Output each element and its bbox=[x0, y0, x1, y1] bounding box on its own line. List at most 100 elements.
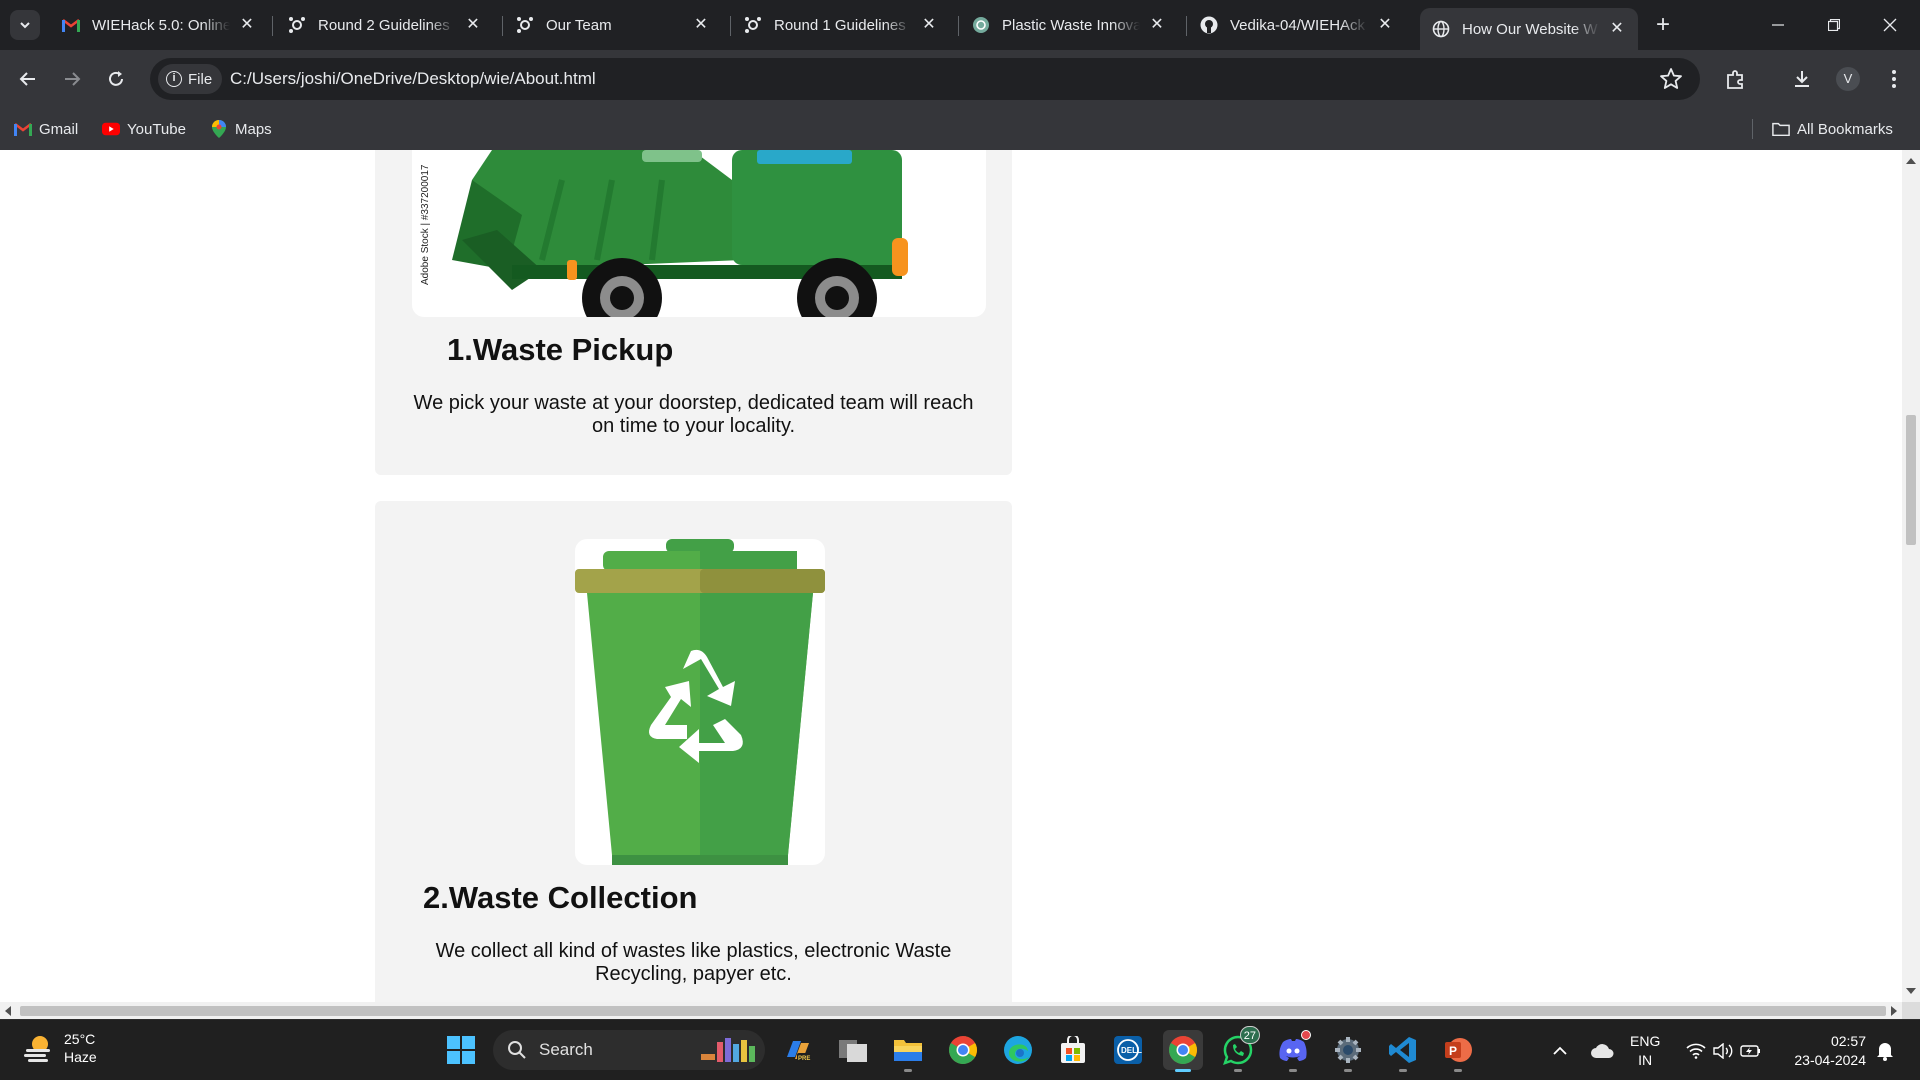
all-bookmarks-label: All Bookmarks bbox=[1797, 120, 1893, 138]
scroll-thumb[interactable] bbox=[20, 1006, 1886, 1016]
card-title: 2.Waste Collection bbox=[423, 880, 698, 915]
haze-sun-icon bbox=[24, 1036, 50, 1062]
notifications-button[interactable] bbox=[1876, 1020, 1894, 1081]
scroll-thumb[interactable] bbox=[1906, 415, 1916, 545]
maps-pin-icon bbox=[210, 120, 228, 138]
bookmark-youtube[interactable]: YouTube bbox=[102, 118, 186, 140]
scroll-down-arrow[interactable] bbox=[1906, 988, 1916, 994]
taskbar-dell[interactable]: DELL bbox=[1108, 1030, 1148, 1070]
start-button[interactable] bbox=[441, 1030, 481, 1070]
menu-button[interactable] bbox=[1878, 63, 1910, 95]
address-bar[interactable]: i File C:/Users/joshi/OneDrive/Desktop/w… bbox=[150, 58, 1700, 100]
tab-how-our-website-works[interactable]: How Our Website W ✕ bbox=[1420, 8, 1638, 50]
restore-button[interactable] bbox=[1806, 6, 1862, 44]
back-button[interactable] bbox=[12, 63, 44, 95]
gmail-icon bbox=[14, 120, 32, 138]
close-icon[interactable]: ✕ bbox=[1608, 20, 1626, 38]
weather-widget[interactable]: 25°C Haze bbox=[22, 1030, 97, 1066]
taskbar-file-explorer[interactable] bbox=[888, 1030, 928, 1072]
bookmark-gmail[interactable]: Gmail bbox=[14, 118, 78, 140]
card-description: We pick your waste at your doorstep, ded… bbox=[413, 392, 974, 437]
weather-temperature: 25°C bbox=[64, 1031, 96, 1047]
close-icon[interactable]: ✕ bbox=[920, 16, 938, 34]
url-text[interactable]: C:/Users/joshi/OneDrive/Desktop/wie/Abou… bbox=[230, 69, 596, 89]
edge-icon bbox=[1004, 1036, 1032, 1064]
close-icon[interactable]: ✕ bbox=[1376, 16, 1394, 34]
scroll-right-arrow[interactable] bbox=[1891, 1006, 1897, 1016]
discord-icon bbox=[1279, 1039, 1307, 1061]
taskbar-chrome-2[interactable] bbox=[943, 1030, 983, 1070]
taskbar-powerpoint[interactable]: P bbox=[1438, 1030, 1478, 1072]
taskbar-search[interactable]: Search bbox=[493, 1030, 765, 1070]
hackathon-logo-icon bbox=[516, 16, 534, 34]
dell-icon: DELL bbox=[1114, 1036, 1142, 1064]
site-info-chip[interactable]: i File bbox=[158, 64, 223, 94]
minimize-button[interactable] bbox=[1750, 6, 1806, 44]
taskbar-whatsapp[interactable]: 27 bbox=[1218, 1026, 1260, 1072]
tab-plastic-waste[interactable]: Plastic Waste Innova ✕ bbox=[960, 8, 1178, 42]
language-indicator[interactable]: ENG IN bbox=[1630, 1032, 1660, 1070]
bookmarks-bar: Gmail YouTube Maps All Bookmarks bbox=[0, 108, 1920, 150]
close-icon bbox=[1883, 18, 1897, 32]
taskbar-microsoft-store[interactable] bbox=[1053, 1030, 1093, 1070]
taskbar-edge[interactable] bbox=[998, 1030, 1038, 1070]
running-indicator bbox=[904, 1069, 912, 1072]
taskbar-settings[interactable] bbox=[1328, 1030, 1368, 1072]
taskbar-chrome-active[interactable] bbox=[1163, 1030, 1203, 1072]
forward-button[interactable] bbox=[56, 63, 88, 95]
tab-github-repo[interactable]: Vedika-04/WIEHAck ✕ bbox=[1188, 8, 1406, 42]
recycle-bin-image bbox=[575, 539, 825, 865]
horizontal-scrollbar[interactable] bbox=[0, 1002, 1902, 1019]
onedrive-tray[interactable] bbox=[1590, 1020, 1614, 1081]
region-code: IN bbox=[1638, 1052, 1653, 1068]
close-icon[interactable]: ✕ bbox=[464, 16, 482, 34]
tab-round-2-guidelines[interactable]: Round 2 Guidelines ✕ bbox=[276, 8, 494, 42]
minimize-icon bbox=[1772, 24, 1784, 26]
service-card-waste-collection: 2.Waste Collection We collect all kind o… bbox=[375, 501, 1012, 1002]
new-tab-button[interactable]: + bbox=[1650, 12, 1676, 38]
bookmark-star-icon[interactable] bbox=[1658, 66, 1684, 92]
cloud-icon bbox=[1591, 1043, 1614, 1058]
downloads-button[interactable] bbox=[1786, 63, 1818, 95]
scheme-label: File bbox=[188, 70, 213, 88]
card-description: We collect all kind of wastes like plast… bbox=[435, 940, 952, 985]
vertical-scrollbar[interactable] bbox=[1902, 150, 1920, 1002]
store-icon bbox=[1061, 1036, 1085, 1063]
scroll-up-arrow[interactable] bbox=[1906, 158, 1916, 164]
tab-wiehack-online[interactable]: WIEHack 5.0: Online ✕ bbox=[50, 8, 268, 42]
tab-search-button[interactable] bbox=[10, 10, 40, 40]
scroll-left-arrow[interactable] bbox=[5, 1006, 11, 1016]
taskbar-task-view[interactable] bbox=[833, 1030, 873, 1070]
system-clock[interactable]: 02:57 23-04-2024 bbox=[1780, 1032, 1866, 1070]
close-icon[interactable]: ✕ bbox=[238, 16, 256, 34]
powerpoint-icon: P bbox=[1445, 1038, 1472, 1062]
gmail-icon bbox=[62, 16, 80, 34]
more-vertical-icon bbox=[1892, 70, 1896, 88]
restore-icon bbox=[1828, 19, 1840, 31]
svg-text:DELL: DELL bbox=[1121, 1046, 1142, 1055]
notification-dot bbox=[1301, 1030, 1311, 1040]
network-volume-battery[interactable] bbox=[1686, 1020, 1762, 1081]
profile-button[interactable]: V bbox=[1832, 63, 1864, 95]
search-placeholder: Search bbox=[539, 1040, 593, 1059]
notification-badge: 27 bbox=[1239, 1026, 1260, 1044]
bookmark-maps[interactable]: Maps bbox=[210, 118, 272, 140]
tab-title: How Our Website W bbox=[1462, 20, 1598, 38]
taskbar-vscode[interactable] bbox=[1383, 1030, 1423, 1072]
tab-our-team[interactable]: Our Team ✕ bbox=[504, 8, 722, 42]
tab-separator bbox=[958, 16, 959, 36]
running-indicator bbox=[1399, 1069, 1407, 1072]
close-window-button[interactable] bbox=[1862, 6, 1918, 44]
close-icon[interactable]: ✕ bbox=[1148, 16, 1166, 34]
bookmark-label: YouTube bbox=[127, 120, 186, 138]
all-bookmarks-button[interactable]: All Bookmarks bbox=[1772, 118, 1893, 140]
extensions-button[interactable] bbox=[1720, 63, 1752, 95]
taskbar-copilot[interactable]: PRE bbox=[778, 1030, 818, 1070]
taskbar-discord[interactable] bbox=[1273, 1030, 1313, 1072]
close-icon[interactable]: ✕ bbox=[692, 16, 710, 34]
tab-title: Vedika-04/WIEHAck bbox=[1230, 16, 1366, 34]
svg-text:P: P bbox=[1449, 1044, 1457, 1058]
show-hidden-icons-button[interactable] bbox=[1552, 1020, 1568, 1081]
tab-round-1-guidelines[interactable]: Round 1 Guidelines ✕ bbox=[732, 8, 950, 42]
reload-button[interactable] bbox=[100, 63, 132, 95]
